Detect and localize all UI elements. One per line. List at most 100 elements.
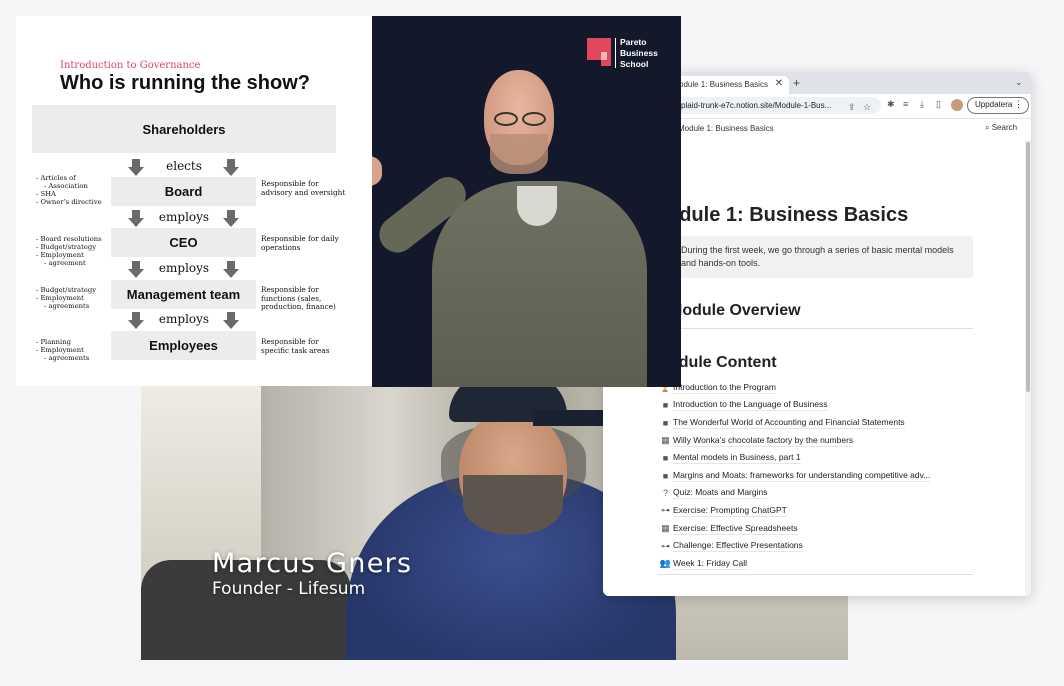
- list-item: Budget/strategy: [36, 286, 96, 294]
- lesson-item[interactable]: ▦ Exercise: Effective Spreadsheets: [658, 520, 978, 538]
- lesson-link[interactable]: Exercise: Prompting ChatGPT: [673, 505, 787, 517]
- video-icon: ■: [662, 400, 669, 411]
- dumbbell-icon: ⊶: [661, 505, 670, 516]
- breadcrumb[interactable]: Module 1: Business Basics: [678, 124, 774, 133]
- box-shareholders: Shareholders: [32, 105, 336, 153]
- ceo-inputs-list: Board resolutions Budget/strategy Employ…: [36, 235, 102, 267]
- down-arrow-icon: [223, 261, 239, 278]
- down-arrow-icon: [223, 210, 239, 227]
- lower-third: Marcus Gners Founder - Lifesum: [212, 548, 412, 599]
- divider: [658, 574, 973, 575]
- lesson-link[interactable]: Introduction to the Program: [673, 382, 777, 394]
- lesson-item[interactable]: ▦ Willy Wonka’s chocolate factory by the …: [658, 432, 978, 450]
- url-text: plaid-trunk-e7c.notion.site/Module-1-Bus…: [681, 101, 832, 110]
- divider: [669, 328, 973, 329]
- search-icon: ⌕: [985, 123, 992, 132]
- lesson-item[interactable]: ■ Mental models in Business, part 1: [658, 449, 978, 467]
- people-icon: 👥: [659, 558, 672, 569]
- lesson-item[interactable]: 🏆 Introduction to the Program: [658, 379, 978, 397]
- logo-line: Pareto: [620, 37, 647, 47]
- list-item: agreement: [36, 259, 102, 267]
- ceo-responsibility: Responsible for daily operations: [261, 234, 339, 252]
- heading-module-content: odule Content: [669, 354, 777, 371]
- download-icon[interactable]: ⤓: [920, 99, 924, 110]
- avatar[interactable]: [951, 99, 963, 111]
- quiz-icon: ?: [662, 488, 668, 499]
- update-button[interactable]: Uppdatera ⋮: [967, 97, 1029, 114]
- presenter-shirt: [517, 186, 557, 226]
- lesson-item[interactable]: ■ Margins and Moats: frameworks for under…: [658, 467, 978, 485]
- management-inputs-list: Budget/strategy Employment agreements: [36, 286, 96, 310]
- more-icon[interactable]: ⋮: [1014, 99, 1023, 110]
- list-item: agreements: [36, 354, 89, 362]
- close-icon[interactable]: ✕: [775, 78, 783, 89]
- board-responsibility: Responsible for advisory and oversight: [261, 179, 346, 197]
- star-icon[interactable]: ☆: [863, 102, 871, 113]
- sidebar-icon[interactable]: ▯: [936, 99, 941, 110]
- extension-icon[interactable]: ✱: [887, 99, 895, 110]
- lesson-item[interactable]: ■ The Wonderful World of Accounting and F…: [658, 414, 978, 432]
- search-button[interactable]: ⌕ Search: [985, 123, 1017, 133]
- list-item: Board resolutions: [36, 235, 101, 243]
- speaker-beard: [463, 475, 563, 535]
- plus-icon[interactable]: +: [793, 76, 800, 90]
- governance-slide: Introduction to Governance Who is runnin…: [16, 16, 373, 386]
- employees-inputs-list: Planning Employment agreements: [36, 338, 89, 362]
- reading-list-icon[interactable]: ≡: [903, 99, 908, 109]
- video-icon: ■: [662, 417, 669, 428]
- chevron-down-icon[interactable]: ⌄: [1015, 77, 1023, 88]
- list-item-continuation: agreements: [48, 354, 90, 362]
- list-item-continuation: agreement: [48, 259, 86, 267]
- list-item: Budget/strategy: [36, 243, 102, 251]
- search-label: Search: [991, 123, 1018, 132]
- tab-title: odule 1: Business Basics: [679, 80, 768, 89]
- down-arrow-icon: [128, 159, 144, 176]
- list-item: Employment: [36, 346, 89, 354]
- lesson-link[interactable]: Introduction to the Language of Business: [673, 399, 828, 412]
- callout-text: During the first week, we go through a s…: [681, 245, 954, 268]
- presenter-video[interactable]: Pareto Business School: [372, 16, 681, 387]
- heading-module-overview: Module Overview: [669, 302, 801, 319]
- list-item: Association: [36, 182, 102, 190]
- address-bar[interactable]: plaid-trunk-e7c.notion.site/Module-1-Bus…: [663, 97, 881, 114]
- down-arrow-icon: [223, 312, 239, 329]
- lesson-link[interactable]: Quiz: Moats and Margins: [673, 487, 768, 500]
- lesson-link[interactable]: Mental models in Business, part 1: [673, 452, 801, 465]
- management-responsibility: Responsible for functions (sales, produc…: [261, 285, 336, 311]
- list-item: Articles of: [36, 174, 102, 182]
- lesson-item[interactable]: 👥 Week 1: Friday Call: [658, 555, 978, 573]
- list-item: agreements: [36, 302, 96, 310]
- lesson-link[interactable]: Margins and Moats: frameworks for unders…: [673, 470, 931, 482]
- lesson-item[interactable]: ? Quiz: Moats and Margins: [658, 485, 978, 503]
- glasses-icon: [488, 112, 550, 126]
- dumbbell-icon: ⊶: [661, 540, 670, 551]
- lesson-link[interactable]: Exercise: Effective Spreadsheets: [673, 523, 798, 535]
- down-arrow-icon: [128, 312, 144, 329]
- box-employees: Employees: [111, 331, 256, 360]
- box-board: Board: [111, 177, 256, 206]
- down-arrow-icon: [223, 159, 239, 176]
- lesson-link[interactable]: Week 1: Friday Call: [673, 558, 748, 570]
- slide-kicker: Introduction to Governance: [60, 60, 201, 71]
- board-inputs-list: Articles of Association SHA Owner’s dire…: [36, 174, 102, 206]
- list-item: Owner’s directive: [36, 198, 101, 206]
- scrollbar-thumb[interactable]: [1026, 142, 1030, 392]
- employees-responsibility: Responsible for specific task areas: [261, 337, 330, 355]
- down-arrow-icon: [128, 210, 144, 227]
- lesson-item[interactable]: ⊶ Exercise: Prompting ChatGPT: [658, 502, 978, 520]
- list-item: Employment: [36, 251, 102, 259]
- video-icon: ■: [662, 453, 669, 464]
- lesson-item[interactable]: ⊶ Challenge: Effective Presentations: [658, 537, 978, 555]
- share-icon[interactable]: ⇪: [848, 102, 856, 113]
- slide-heading: Who is running the show?: [60, 72, 310, 94]
- logo-line: School: [620, 59, 649, 69]
- lesson-link[interactable]: Challenge: Effective Presentations: [673, 540, 803, 553]
- page-title: odule 1: Business Basics: [667, 204, 909, 226]
- browser-tab[interactable]: odule 1: Business Basics ✕: [669, 76, 789, 94]
- logo-text: Pareto Business School: [620, 37, 658, 70]
- lesson-link[interactable]: The Wonderful World of Accounting and Fi…: [673, 417, 905, 429]
- update-button-label: Uppdatera: [975, 100, 1013, 109]
- table-icon: ▦: [661, 435, 670, 446]
- lesson-link[interactable]: Willy Wonka’s chocolate factory by the n…: [673, 435, 854, 447]
- lesson-item[interactable]: ■ Introduction to the Language of Busines…: [658, 397, 978, 415]
